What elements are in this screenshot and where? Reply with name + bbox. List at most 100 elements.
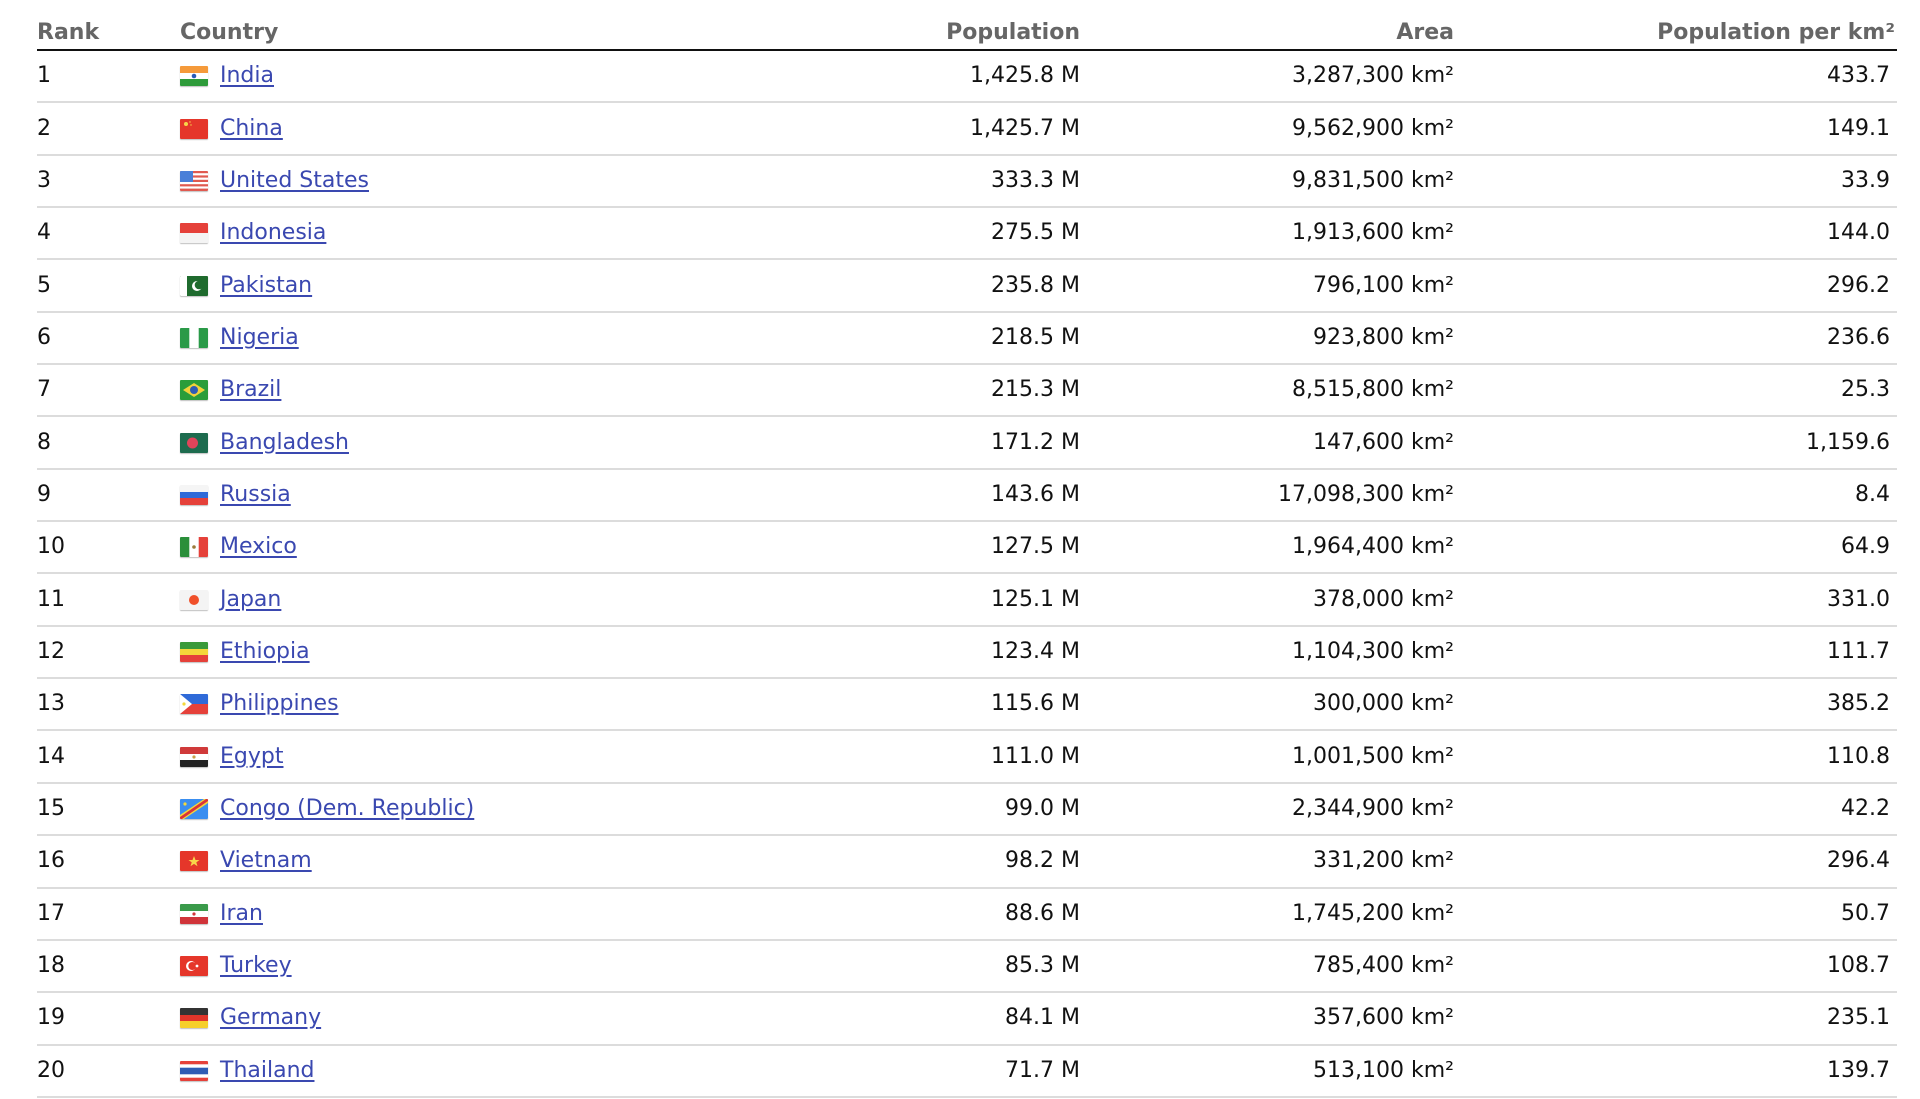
- country-link[interactable]: Nigeria: [220, 326, 299, 349]
- country-link[interactable]: Vietnam: [220, 850, 312, 872]
- population-value: 88.6 M: [1005, 900, 1080, 926]
- population-cell: 99.0 M: [820, 782, 1080, 837]
- country-link[interactable]: Germany: [220, 1007, 321, 1029]
- country-wrapper: Nigeria: [180, 326, 820, 349]
- rank-cell: 19: [37, 992, 180, 1046]
- density-cell: 8.4: [1454, 468, 1897, 523]
- density-value: 149.1: [1827, 115, 1890, 141]
- header-country-label: Country: [180, 19, 279, 45]
- rank-cell: 3: [37, 154, 180, 209]
- population-table: Rank Country Population Area Population …: [37, 0, 1897, 1098]
- rank-cell: 14: [37, 730, 180, 784]
- population-cell: 111.0 M: [820, 730, 1080, 784]
- rank-value: 9: [37, 481, 51, 507]
- population-value: 218.5 M: [991, 324, 1080, 350]
- density-cell: 235.1: [1454, 992, 1897, 1046]
- country-link[interactable]: Brazil: [220, 379, 281, 401]
- rank-cell: 18: [37, 939, 180, 994]
- country-wrapper: Brazil: [180, 379, 820, 401]
- header-country[interactable]: Country: [180, 0, 820, 51]
- country-wrapper: Egypt: [180, 745, 820, 768]
- country-wrapper: Congo (Dem. Republic): [180, 797, 820, 820]
- country-cell: Russia: [180, 468, 820, 523]
- area-cell: 1,104,300 km²: [1080, 625, 1454, 680]
- rank-value: 14: [37, 743, 65, 769]
- population-cell: 1,425.7 M: [820, 102, 1080, 156]
- country-link[interactable]: India: [220, 65, 274, 87]
- rank-value: 10: [37, 534, 65, 560]
- table-row: 6 Nigeria 218.5 M 923,800 km² 236.6: [37, 311, 1897, 366]
- area-value: 785,400 km²: [1313, 953, 1454, 979]
- country-link[interactable]: Japan: [220, 588, 281, 611]
- iran-flag-icon: [180, 903, 208, 924]
- population-cell: 71.7 M: [820, 1044, 1080, 1098]
- area-value: 1,745,200 km²: [1292, 900, 1454, 926]
- country-link[interactable]: Russia: [220, 483, 291, 506]
- country-link[interactable]: United States: [220, 169, 369, 192]
- header-rank-label: Rank: [37, 19, 100, 45]
- density-value: 42.2: [1841, 795, 1890, 821]
- table-row: 12 Ethiopia 123.4 M 1,104,300 km² 111.7: [37, 625, 1897, 680]
- country-link[interactable]: Ethiopia: [220, 640, 310, 663]
- header-area[interactable]: Area: [1080, 0, 1454, 51]
- country-link[interactable]: Pakistan: [220, 274, 312, 297]
- rank-value: 7: [37, 377, 51, 403]
- area-value: 147,600 km²: [1313, 429, 1454, 455]
- density-cell: 385.2: [1454, 678, 1897, 732]
- country-link[interactable]: Indonesia: [220, 222, 326, 244]
- rank-value: 13: [37, 691, 65, 717]
- population-value: 171.2 M: [991, 429, 1080, 455]
- rank-cell: 11: [37, 573, 180, 627]
- country-wrapper: Russia: [180, 483, 820, 506]
- country-link[interactable]: Mexico: [220, 536, 297, 558]
- area-cell: 1,001,500 km²: [1080, 730, 1454, 784]
- rank-value: 20: [37, 1057, 65, 1083]
- country-cell: Germany: [180, 992, 820, 1046]
- rank-value: 11: [37, 586, 65, 612]
- country-cell: Philippines: [180, 678, 820, 732]
- country-cell: China: [180, 102, 820, 156]
- population-value: 215.3 M: [991, 377, 1080, 403]
- country-link[interactable]: Philippines: [220, 693, 339, 715]
- rank-cell: 17: [37, 887, 180, 941]
- brazil-flag-icon: [180, 380, 208, 401]
- header-population[interactable]: Population: [820, 0, 1080, 51]
- density-cell: 25.3: [1454, 364, 1897, 418]
- density-value: 385.2: [1827, 691, 1890, 717]
- density-cell: 33.9: [1454, 154, 1897, 209]
- rank-cell: 13: [37, 678, 180, 732]
- country-link[interactable]: Thailand: [220, 1059, 314, 1082]
- area-cell: 1,964,400 km²: [1080, 521, 1454, 575]
- country-link[interactable]: Iran: [220, 902, 263, 925]
- table-row: 4 Indonesia 275.5 M 1,913,600 km² 144.0: [37, 207, 1897, 261]
- country-wrapper: Bangladesh: [180, 431, 820, 454]
- country-link[interactable]: China: [220, 117, 283, 140]
- country-link[interactable]: Turkey: [220, 955, 292, 977]
- country-cell: Japan: [180, 573, 820, 627]
- area-cell: 513,100 km²: [1080, 1044, 1454, 1098]
- rank-value: 18: [37, 953, 65, 979]
- bangladesh-flag-icon: [180, 432, 208, 453]
- header-rank[interactable]: Rank: [37, 0, 180, 51]
- area-value: 8,515,800 km²: [1292, 377, 1454, 403]
- header-density[interactable]: Population per km²: [1454, 0, 1897, 51]
- table-row: 8 Bangladesh 171.2 M 147,600 km² 1,159.6: [37, 416, 1897, 470]
- population-value: 123.4 M: [991, 638, 1080, 664]
- country-cell: Vietnam: [180, 835, 820, 889]
- density-value: 331.0: [1827, 586, 1890, 612]
- density-cell: 139.7: [1454, 1044, 1897, 1098]
- country-wrapper: Vietnam: [180, 850, 820, 872]
- indonesia-flag-icon: [180, 223, 208, 244]
- table-row: 15 Congo (Dem. Republic) 99.0 M 2,344,90…: [37, 782, 1897, 837]
- country-link[interactable]: Congo (Dem. Republic): [220, 797, 474, 820]
- area-value: 300,000 km²: [1313, 691, 1454, 717]
- country-cell: Nigeria: [180, 311, 820, 366]
- table-row: 5 Pakistan 235.8 M 796,100 km² 296.2: [37, 259, 1897, 313]
- density-cell: 42.2: [1454, 782, 1897, 837]
- area-cell: 357,600 km²: [1080, 992, 1454, 1046]
- country-wrapper: Philippines: [180, 693, 820, 715]
- country-link[interactable]: Egypt: [220, 745, 283, 768]
- area-cell: 8,515,800 km²: [1080, 364, 1454, 418]
- density-cell: 149.1: [1454, 102, 1897, 156]
- country-link[interactable]: Bangladesh: [220, 431, 349, 454]
